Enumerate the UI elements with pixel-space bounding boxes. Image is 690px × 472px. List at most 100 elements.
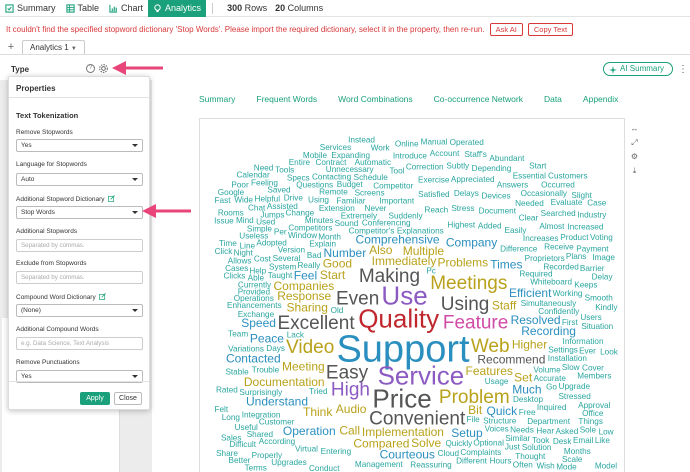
word-cloud-word: Old: [331, 306, 344, 315]
tab-analytics-1[interactable]: Analytics 1 ▼: [22, 40, 85, 54]
word-cloud-word: Image: [592, 253, 615, 262]
exclude-stopwords-input[interactable]: Separated by commas.: [16, 271, 143, 284]
word-cloud-word: Per: [274, 227, 287, 236]
word-cloud-word: Plans: [566, 252, 586, 261]
language-value: Auto: [21, 176, 35, 183]
chart-icon: [109, 4, 118, 13]
subtab-data[interactable]: Data: [544, 94, 562, 104]
word-cloud-word: Rated: [216, 386, 238, 395]
close-button[interactable]: Close: [114, 392, 142, 405]
word-cloud-word: Highest: [447, 220, 475, 229]
table-tab-button[interactable]: Table: [61, 0, 105, 17]
properties-footer-divider: [9, 381, 149, 382]
word-cloud-word: Explanations: [397, 226, 444, 235]
word-cloud-word: Meetings: [430, 273, 507, 294]
word-cloud-word: Lack: [287, 330, 305, 339]
top-toolbar: Summary Table Chart Analytics 300 Rows 2…: [0, 0, 690, 17]
chevron-down-icon[interactable]: ▼: [71, 46, 77, 52]
word-cloud-word: File: [467, 415, 481, 424]
word-cloud-word: Introduce: [393, 151, 428, 160]
edit-icon[interactable]: [98, 293, 106, 300]
add-tab-button[interactable]: +: [0, 40, 22, 54]
analytics-label: Analytics: [165, 3, 202, 13]
compound-dict-select[interactable]: (None): [16, 304, 143, 317]
fullscreen-icon[interactable]: ⤢: [630, 138, 639, 147]
word-cloud-word: Delays: [454, 189, 479, 198]
word-cloud-word: Model: [595, 461, 617, 470]
analytics-tab-button[interactable]: Analytics: [148, 0, 207, 17]
word-cloud-word: Voices: [485, 425, 509, 434]
summary-tab-button[interactable]: Summary: [0, 0, 61, 17]
error-bar: It couldn't find the specified stopword …: [0, 21, 690, 38]
word-cloud-word: Surprisingly: [239, 388, 283, 397]
word-cloud-word: Email: [573, 436, 594, 445]
subtab-word-combinations[interactable]: Word Combinations: [338, 94, 413, 104]
word-cloud-word: Department: [527, 417, 571, 426]
word-cloud-word: Time: [219, 239, 237, 248]
word-cloud-word: Searched: [541, 209, 576, 218]
ai-summary-button[interactable]: AI Summary: [603, 62, 674, 76]
word-cloud-word: Specs: [287, 173, 310, 182]
edit-icon[interactable]: [107, 195, 115, 202]
word-cloud-word: Stress: [451, 204, 474, 213]
subtab-frequent-words[interactable]: Frequent Words: [256, 94, 317, 104]
word-cloud-word: Devices: [481, 192, 510, 201]
additional-dict-select[interactable]: Stop Words: [16, 206, 143, 219]
word-cloud-word: Upgrade: [559, 382, 591, 391]
word-cloud-word: Case: [587, 199, 607, 208]
word-cloud-word: Feel: [294, 269, 317, 283]
word-cloud-word: Industry: [577, 211, 607, 220]
rows-count: 300: [227, 3, 243, 13]
subtab-summary[interactable]: Summary: [199, 94, 235, 104]
help-icon[interactable]: ?: [86, 64, 95, 73]
word-cloud-word: Reassuring: [410, 460, 452, 469]
chart-side-tools: ↔ ⤢ ⚙ ⤓: [630, 124, 640, 180]
word-cloud-word: Situation: [581, 322, 613, 331]
word-cloud-word: Optional: [473, 438, 504, 447]
word-cloud-word: Useful: [235, 423, 258, 432]
additional-dict-label-text: Additional Stopword Dictionary: [16, 196, 105, 203]
properties-panel: Properties Text Tokenization Remove Stop…: [8, 76, 150, 410]
additional-compound-input[interactable]: e.g. Data Science, Text Analysis: [16, 337, 143, 350]
remove-stopwords-select[interactable]: Yes: [16, 139, 143, 152]
word-cloud-word: Members: [577, 371, 611, 380]
download-icon[interactable]: ⤓: [630, 166, 639, 175]
settings-icon[interactable]: ⚙: [630, 152, 639, 161]
word-cloud-word: Fast: [215, 196, 232, 205]
word-cloud-word: Share: [216, 449, 238, 458]
chevron-down-icon: [132, 309, 138, 312]
word-cloud-word: Like: [595, 436, 610, 445]
subtab-co-occurrence-network[interactable]: Co-occurrence Network: [434, 94, 523, 104]
annotation-arrow-gear: [112, 61, 163, 75]
word-cloud-word: Entering: [321, 447, 352, 456]
annotation-arrow-dictionary: [142, 204, 191, 218]
word-cloud-word: Cloud: [438, 449, 460, 458]
word-cloud-word: Customers: [548, 172, 588, 181]
exclude-stopwords-label: Exclude from Stopwords: [16, 260, 87, 267]
word-cloud-word: Expanding: [331, 151, 370, 160]
more-options-icon[interactable]: ⋮: [678, 64, 688, 75]
additional-stopwords-input[interactable]: Separated by commas.: [16, 239, 143, 252]
error-message: It couldn't find the specified stopword …: [6, 25, 485, 34]
word-cloud-word: Sales: [221, 433, 241, 442]
ask-ai-button[interactable]: Ask AI: [489, 23, 523, 36]
summary-label: Summary: [17, 3, 56, 13]
word-cloud-word: Audio: [336, 402, 367, 416]
word-cloud-word: Recorded: [543, 262, 579, 271]
word-cloud-word: Mode: [556, 463, 577, 472]
subtab-appendix[interactable]: Appendix: [583, 94, 618, 104]
remove-punctuations-value: Yes: [21, 373, 32, 380]
word-cloud-word: Account: [430, 149, 460, 158]
summary-icon: [5, 3, 14, 13]
language-select[interactable]: Auto: [16, 173, 143, 186]
expand-icon[interactable]: ↔: [630, 124, 639, 133]
word-cloud-word: Exchange: [238, 310, 275, 319]
gear-icon[interactable]: [98, 63, 109, 74]
word-cloud-word: Clear: [519, 214, 539, 223]
copy-text-button[interactable]: Copy Text: [527, 23, 574, 36]
word-cloud-word: Helpful: [255, 194, 281, 203]
apply-button[interactable]: Apply: [80, 392, 110, 405]
chart-tab-button[interactable]: Chart: [104, 0, 148, 17]
word-cloud-word: Pc: [426, 267, 436, 276]
columns-stat: 20 Columns: [275, 3, 323, 13]
